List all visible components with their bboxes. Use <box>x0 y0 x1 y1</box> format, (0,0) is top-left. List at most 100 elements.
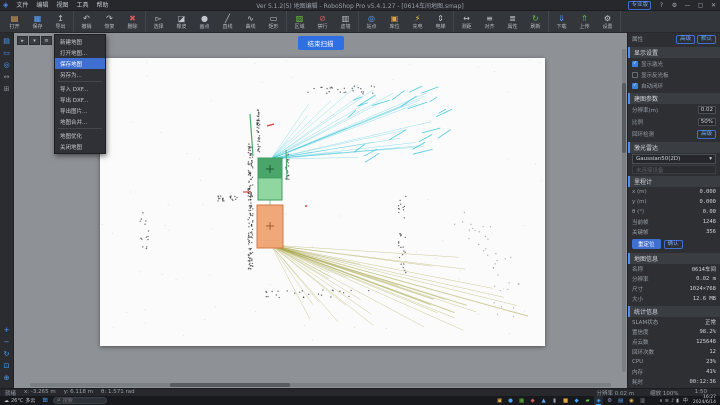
center-icon[interactable]: ⊕ <box>1 373 12 383</box>
ribbon-button-station-3[interactable]: ⇕电梯 <box>429 11 452 32</box>
search-input[interactable] <box>63 398 103 404</box>
mini-play-button[interactable]: ▸ <box>17 36 28 45</box>
taskbar-notes-icon[interactable]: ▤ <box>616 396 625 405</box>
taskbar-clock[interactable]: 16:27 2024/6/14 <box>688 396 720 405</box>
ribbon-button-draw-3[interactable]: ╱直线 <box>216 11 239 32</box>
dropdown-item-9[interactable]: 关闭地图 <box>55 141 105 152</box>
ribbon-button-area-2[interactable]: ▥虚墙 <box>334 11 357 32</box>
tray-expand-icon[interactable]: ∧ <box>659 398 663 404</box>
dropdown-item-2[interactable]: 保存地图 <box>55 58 105 69</box>
checkbox-row-0[interactable]: ✓显示激光 <box>628 58 720 69</box>
lidar-select[interactable]: Gaussian50(2D)▾ <box>632 154 716 164</box>
weather-widget[interactable]: ☁ 26°C 多云 <box>0 397 39 404</box>
ribbon-button-draw-5[interactable]: ▭矩形 <box>262 11 285 32</box>
taskbar-office-icon[interactable]: ■ <box>561 396 570 405</box>
ribbon-button-sync-1[interactable]: ⇑上传 <box>573 11 596 32</box>
ribbon-button-tools-2[interactable]: ≣属性 <box>501 11 524 32</box>
vertical-scrollbar[interactable] <box>622 49 626 372</box>
minimize-button[interactable]: — <box>681 0 694 11</box>
ribbon-button-file-2[interactable]: ↥导出 <box>49 11 72 32</box>
taskbar-browser-icon[interactable]: ● <box>506 396 515 405</box>
zoom-in-icon[interactable]: + <box>1 325 12 335</box>
ribbon-button-file-1[interactable]: ▦保存 <box>26 11 49 32</box>
dropdown-item-1[interactable]: 打开地图... <box>55 47 105 58</box>
checkbox-row-1[interactable]: 显示反光板 <box>628 69 720 80</box>
select-icon[interactable]: ▭ <box>1 48 12 58</box>
vertical-scrollbar-thumb[interactable] <box>622 83 626 153</box>
zoom-out-icon[interactable]: − <box>1 337 12 347</box>
loop-advanced-button[interactable]: 高级 <box>697 130 716 139</box>
map-sheet[interactable] <box>100 58 545 346</box>
horizontal-scrollbar-thumb[interactable] <box>170 383 290 387</box>
ribbon-button-draw-4[interactable]: ∿曲线 <box>239 11 262 32</box>
settings-icon[interactable]: ⚙ <box>668 0 681 11</box>
field-input[interactable]: 0.02 <box>698 106 716 114</box>
ribbon-button-tools-3[interactable]: ↻刷新 <box>524 11 547 32</box>
ribbon-button-draw-2[interactable]: ●画点 <box>193 11 216 32</box>
ribbon-button-sync-0[interactable]: ⇓下载 <box>550 11 573 32</box>
mini-list-button[interactable]: ≡ <box>41 36 52 45</box>
taskbar-chat-icon[interactable]: ◆ <box>572 396 581 405</box>
robot-current[interactable] <box>258 158 282 200</box>
rotate-icon[interactable]: ↻ <box>1 349 12 359</box>
taskbar-search[interactable]: ⌕ <box>53 397 107 404</box>
taskbar-store-icon[interactable]: ◉ <box>627 396 636 405</box>
dropdown-item-0[interactable]: 新建地图 <box>55 36 105 47</box>
measure-icon[interactable]: ↔ <box>1 72 12 82</box>
ribbon-button-file-0[interactable]: ▤打开 <box>3 11 26 32</box>
ribbon-button-draw-0[interactable]: ▻选择 <box>147 11 170 32</box>
grid-icon[interactable]: ⊞ <box>1 84 12 94</box>
ribbon-button-sync-2[interactable]: ⚙设置 <box>596 11 619 32</box>
stop-scan-button[interactable]: 结束扫描 <box>298 36 344 50</box>
dropdown-item-3[interactable]: 另存为... <box>55 69 105 80</box>
taskbar-code-icon[interactable]: ▰ <box>583 396 592 405</box>
help-icon[interactable]: ? <box>655 0 668 11</box>
dropdown-item-8[interactable]: 地图优化 <box>55 130 105 141</box>
ribbon-button-tools-1[interactable]: ≡对齐 <box>478 11 501 32</box>
mini-expand-button[interactable]: ▾ <box>29 36 40 45</box>
locate-icon[interactable]: ◎ <box>1 60 12 70</box>
horizontal-scrollbar[interactable] <box>30 383 611 387</box>
ribbon-button-draw-1[interactable]: ◪橡皮 <box>170 11 193 32</box>
ribbon-button-edit-1[interactable]: ↷恢复 <box>98 11 121 32</box>
taskbar-settings-app-icon[interactable]: ⚙ <box>605 396 614 405</box>
ribbon-button-area-0[interactable]: ▨区域 <box>288 11 311 32</box>
action-button-1[interactable]: 确认 <box>664 240 683 249</box>
taskbar-roboshop-icon[interactable]: ◈ <box>594 396 603 405</box>
ribbon-button-station-1[interactable]: ▣库位 <box>383 11 406 32</box>
taskbar-monitor-icon[interactable]: ▥ <box>638 396 647 405</box>
network-icon[interactable]: ≋ <box>665 398 669 404</box>
checkbox[interactable] <box>632 72 638 78</box>
checkbox[interactable]: ✓ <box>632 83 638 89</box>
reset-button[interactable]: 默认 <box>697 35 716 44</box>
start-button[interactable]: ⊞ <box>39 396 50 405</box>
ribbon-button-area-1[interactable]: ⊘禁行 <box>311 11 334 32</box>
ribbon-button-edit-0[interactable]: ↶撤销 <box>75 11 98 32</box>
close-button[interactable]: ✕ <box>707 0 720 11</box>
taskbar-mail-icon[interactable]: ▦ <box>517 396 526 405</box>
layers-icon[interactable]: ▤ <box>1 36 12 46</box>
taskbar-terminal-icon[interactable]: ▮ <box>550 396 559 405</box>
taskbar-music-icon[interactable]: ▲ <box>539 396 548 405</box>
dropdown-item-7[interactable]: 地图合并... <box>55 116 105 127</box>
ribbon-button-station-0[interactable]: ◎站点 <box>360 11 383 32</box>
menu-item-2[interactable]: 视图 <box>52 0 72 11</box>
menu-item-1[interactable]: 编辑 <box>32 0 52 11</box>
checkbox[interactable]: ✓ <box>632 61 638 67</box>
ribbon-button-tools-0[interactable]: ↔测距 <box>455 11 478 32</box>
battery-icon[interactable]: ▮ <box>676 398 679 404</box>
menu-item-0[interactable]: 文件 <box>12 0 32 11</box>
action-button-0[interactable]: 重定位 <box>632 239 661 249</box>
ribbon-button-station-2[interactable]: ⚡充电 <box>406 11 429 32</box>
dropdown-item-6[interactable]: 导出图片... <box>55 105 105 116</box>
menu-item-3[interactable]: 工具 <box>72 0 92 11</box>
volume-icon[interactable]: ♪ <box>671 398 674 404</box>
maximize-button[interactable]: ▢ <box>694 0 707 11</box>
menu-item-4[interactable]: 帮助 <box>92 0 112 11</box>
fit-icon[interactable]: ⊡ <box>1 361 12 371</box>
dropdown-item-4[interactable]: 导入 DXF... <box>55 83 105 94</box>
field-input[interactable]: 50% <box>698 118 716 126</box>
advanced-button[interactable]: 高级 <box>676 35 695 44</box>
robot-target[interactable] <box>257 205 283 248</box>
taskbar-photos-icon[interactable]: ◆ <box>528 396 537 405</box>
